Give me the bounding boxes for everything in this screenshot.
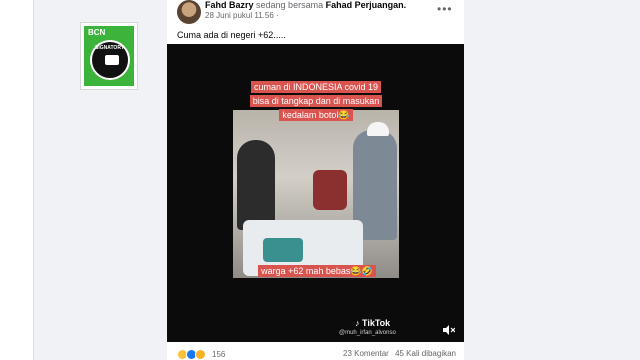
wow-icon [195,349,206,360]
ellipsis-icon: ••• [437,2,453,16]
tagged-name[interactable]: Fahad Perjuangan. [326,0,407,10]
mute-icon[interactable] [443,325,455,335]
more-options-button[interactable]: ••• [437,2,453,16]
globe-icon: · [276,11,279,20]
left-sidebar-strip [0,0,34,360]
tiktok-username: @muh_irfan_alvonso [339,330,396,336]
video-caption-top: cuman di INDONESIA covid 19 bisa di tang… [249,80,383,122]
scene-person-left [237,140,275,230]
author-name[interactable]: Fahd Bazry [205,0,254,10]
video-caption-top-text: cuman di INDONESIA covid 19 bisa di tang… [249,81,383,121]
video-player[interactable]: cuman di INDONESIA covid 19 bisa di tang… [167,44,464,342]
reaction-count: 156 [212,350,226,359]
scene-white-cap [367,122,389,136]
video-caption-bottom: warga +62 mah bebas😂🤣 [251,264,383,278]
comments-count-link[interactable]: 23 Komentar [343,349,389,358]
post-author-line: Fahd Bazry sedang bersama Fahad Perjuang… [205,0,406,10]
badge-background: BCN SIGNATORY [84,26,134,86]
post-body-text: Cuma ada di negeri +62..... [177,30,286,40]
facebook-post-card: Fahd Bazry sedang bersama Fahad Perjuang… [167,0,464,360]
timestamp-text[interactable]: 28 Juni pukul 11.56 [205,11,274,20]
reactions-summary[interactable]: 156 [177,349,225,360]
video-caption-bottom-text: warga +62 mah bebas😂🤣 [258,265,376,277]
post-timestamp[interactable]: 28 Juni pukul 11.56 · [205,11,279,20]
signatory-badge: BCN SIGNATORY [80,22,138,90]
video-frame [233,110,399,278]
scene-person-center [313,170,347,210]
badge-ring-text: SIGNATORY [95,45,125,51]
badge-core-logo [105,55,119,65]
shares-count-link[interactable]: 45 Kali dibagikan [395,349,456,358]
avatar[interactable] [177,0,201,24]
badge-brand: BCN [88,28,106,37]
scene-patient [263,238,303,262]
tiktok-watermark: ♪ TikTok [355,318,391,328]
badge-seal: SIGNATORY [90,40,130,80]
with-text: sedang bersama [256,0,324,10]
tiktok-label: TikTok [362,318,391,328]
post-stats: 23 Komentar 45 Kali dibagikan [339,349,456,358]
